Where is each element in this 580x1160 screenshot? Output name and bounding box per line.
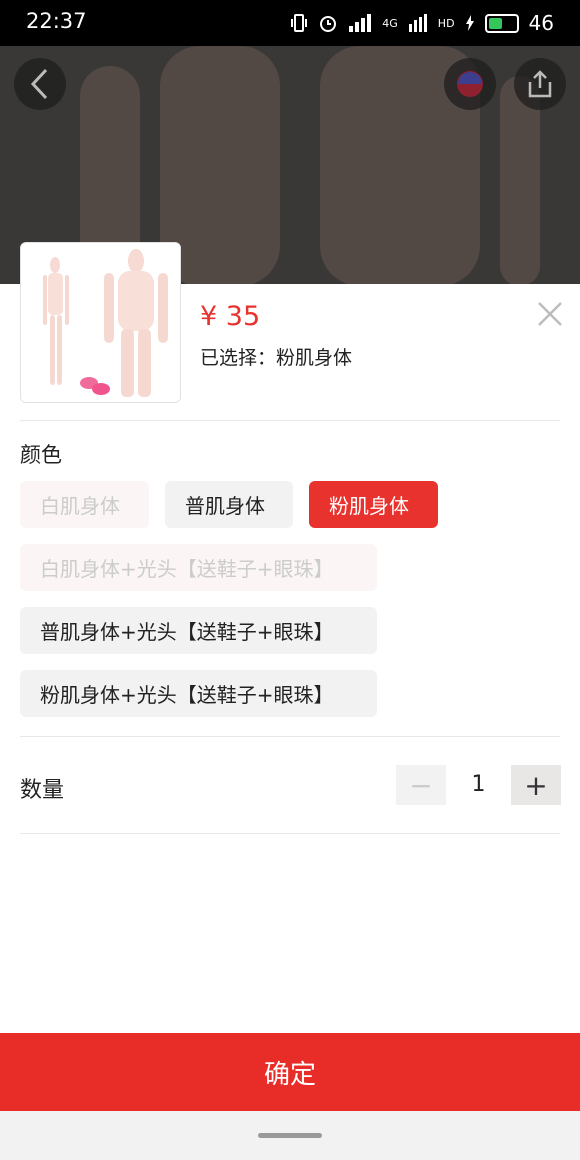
option-label: 白肌身体+光头【送鞋子+眼珠】 bbox=[40, 557, 334, 581]
product-price: ¥ 35 bbox=[200, 301, 261, 332]
signal-icon-2 bbox=[408, 14, 427, 32]
selected-sku: 已选择：粉肌身体 bbox=[200, 343, 352, 370]
option-label: 粉肌身体 bbox=[329, 494, 409, 518]
option-label: 普肌身体+光头【送鞋子+眼珠】 bbox=[40, 620, 334, 644]
charging-icon bbox=[465, 15, 474, 31]
confirm-button[interactable]: 确定 bbox=[0, 1033, 580, 1111]
option-normal-body[interactable]: 普肌身体 bbox=[165, 481, 293, 528]
favorite-button[interactable] bbox=[444, 58, 496, 110]
home-gesture-handle[interactable] bbox=[258, 1133, 322, 1138]
sku-selection-sheet bbox=[0, 284, 580, 1160]
selected-value: 粉肌身体 bbox=[276, 347, 353, 369]
vibrate-icon bbox=[291, 14, 308, 32]
divider bbox=[20, 420, 560, 421]
quantity-increase-button[interactable]: + bbox=[511, 765, 561, 805]
quantity-label: 数量 bbox=[20, 778, 65, 803]
option-normal-body-bald[interactable]: 普肌身体+光头【送鞋子+眼珠】 bbox=[20, 607, 377, 654]
close-icon[interactable] bbox=[536, 300, 564, 328]
alarm-icon bbox=[320, 16, 337, 32]
selected-prefix: 已选择： bbox=[200, 347, 277, 369]
signal-4g-label: 4G bbox=[382, 16, 398, 30]
quantity-value[interactable]: 1 bbox=[446, 772, 511, 797]
option-pink-body[interactable]: 粉肌身体 bbox=[309, 481, 438, 528]
share-icon bbox=[528, 70, 552, 98]
product-thumbnail bbox=[20, 242, 181, 403]
divider bbox=[20, 736, 560, 737]
quantity-decrease-button[interactable]: − bbox=[396, 765, 446, 805]
status-bar: 22:37 4G HD 46 bbox=[0, 0, 580, 46]
option-pink-body-bald[interactable]: 粉肌身体+光头【送鞋子+眼珠】 bbox=[20, 670, 377, 717]
color-section-label: 颜色 bbox=[20, 443, 62, 467]
hd-label: HD bbox=[437, 16, 455, 30]
option-label: 普肌身体 bbox=[185, 494, 265, 518]
option-white-body-bald: 白肌身体+光头【送鞋子+眼珠】 bbox=[20, 544, 377, 591]
option-white-body: 白肌身体 bbox=[20, 481, 149, 528]
option-label: 白肌身体 bbox=[40, 494, 120, 518]
battery-level: 46 bbox=[528, 11, 554, 35]
status-icons: 4G HD 46 bbox=[290, 11, 554, 35]
back-icon bbox=[30, 68, 48, 100]
divider bbox=[20, 833, 560, 834]
system-nav-bar bbox=[0, 1111, 580, 1160]
battery-icon bbox=[484, 13, 519, 33]
share-button[interactable] bbox=[514, 58, 566, 110]
signal-icon bbox=[349, 14, 372, 32]
doll-body-image bbox=[21, 243, 180, 402]
status-time: 22:37 bbox=[26, 9, 87, 33]
brand-logo-icon bbox=[457, 71, 483, 97]
back-button[interactable] bbox=[14, 58, 66, 110]
option-label: 粉肌身体+光头【送鞋子+眼珠】 bbox=[40, 683, 334, 707]
